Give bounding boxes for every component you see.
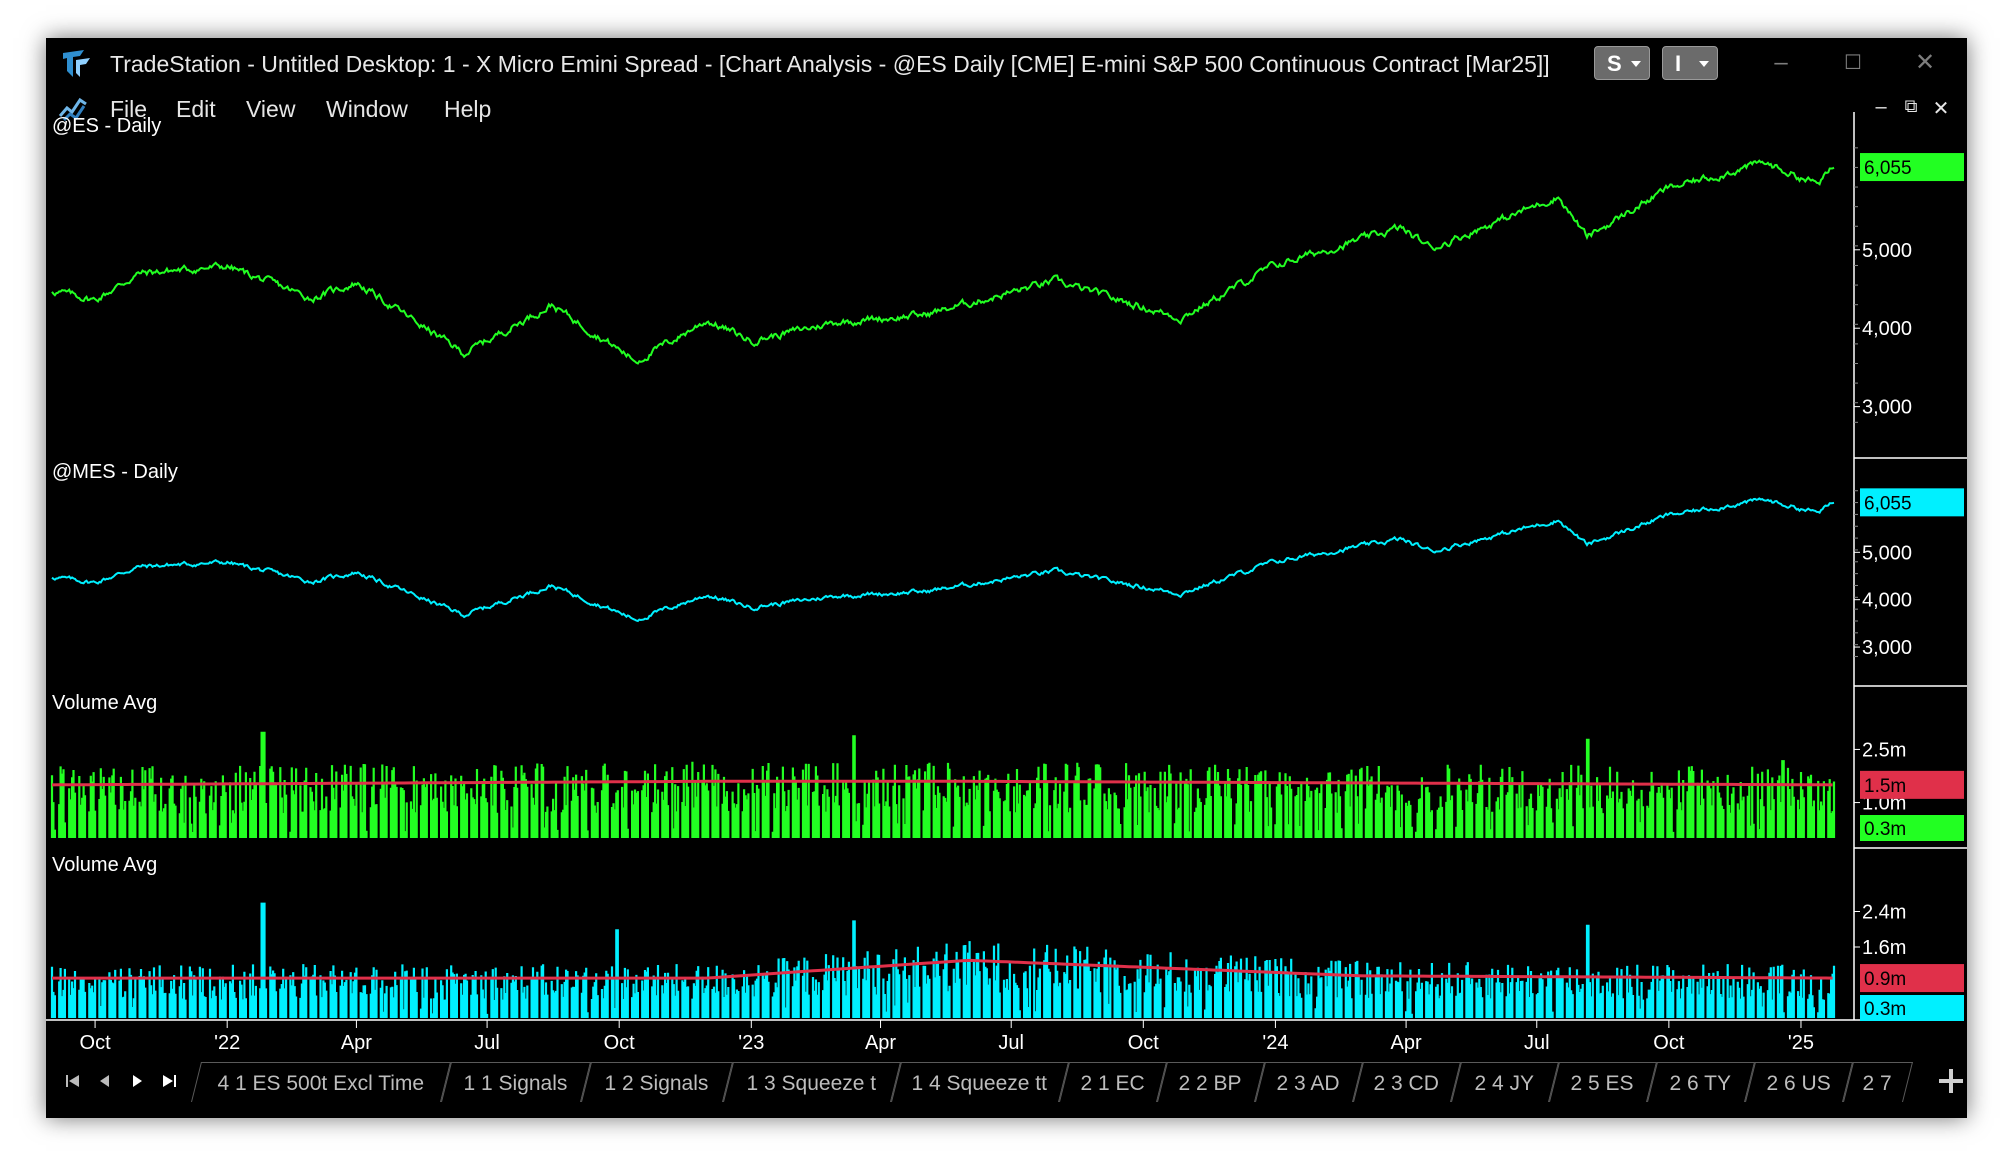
last-value-label-mes: 6,055 [1864, 493, 1912, 514]
x-tick-label: Oct [1653, 1032, 1685, 1054]
workspace-tab[interactable]: 1 2 Signals [581, 1062, 733, 1102]
last-volume-label-vol1: 0.3m [1864, 819, 1906, 840]
workspace-tab-label: 2 5 ES [1570, 1072, 1635, 1095]
workspace-tab[interactable]: 2 5 ES [1549, 1062, 1657, 1102]
x-tick-label: '23 [738, 1032, 764, 1054]
last-volume-label-vol2: 0.3m [1864, 999, 1906, 1020]
workspace-tab[interactable]: 2 3 CD [1353, 1062, 1461, 1102]
workspace-tab[interactable]: 2 3 AD [1255, 1062, 1363, 1102]
workspace-tab-label: 4 1 ES 500t Excl Time [217, 1072, 424, 1095]
pane-title-es: @ES - Daily [52, 115, 161, 137]
avg-value-label-vol2: 0.9m [1864, 969, 1906, 990]
y-tick-label: 4,000 [1862, 318, 1912, 340]
y-tick-label: 2.5m [1862, 739, 1906, 761]
x-tick-label: Apr [1391, 1032, 1422, 1054]
workspace-tab-label: 2 2 BP [1178, 1072, 1243, 1095]
chart-area[interactable]: @ES - Daily 5,000 4,000 3,000 6,055 @MES - Da… [46, 38, 1967, 1058]
price-series-mes [51, 497, 1835, 623]
workspace-tab[interactable]: 1 4 Squeeze tt [891, 1062, 1069, 1102]
workspace-tab-label: 2 7 [1862, 1072, 1893, 1095]
volume-average-line-vol1 [51, 779, 1833, 787]
workspace-tab[interactable]: 2 4 JY [1451, 1062, 1559, 1102]
x-tick-label: Oct [80, 1032, 112, 1054]
workspace-tab-label: 1 3 Squeeze t [746, 1072, 877, 1095]
volume-average-line-vol2 [52, 958, 1833, 980]
y-tick-label: 3,000 [1862, 397, 1912, 419]
first-tab-icon[interactable] [62, 1070, 84, 1092]
y-tick-label: 1.6m [1862, 937, 1906, 959]
y-tick-label: 5,000 [1862, 240, 1912, 262]
y-tick-label: 3,000 [1862, 637, 1912, 659]
workspace-tab-label: 2 4 JY [1474, 1072, 1535, 1095]
y-tick-label: 2.4m [1862, 902, 1906, 924]
workspace-tab[interactable]: 1 1 Signals [441, 1062, 591, 1102]
workspace-tab-label: 1 1 Signals [463, 1072, 568, 1095]
x-tick-label: Oct [604, 1032, 636, 1054]
add-tab-icon[interactable] [1938, 1068, 1964, 1094]
workspace-tab-label: 2 6 US [1766, 1072, 1831, 1095]
prev-tab-icon[interactable] [94, 1070, 116, 1092]
x-tick-label: Jul [998, 1032, 1024, 1054]
workspace-tab[interactable]: 2 1 EC [1059, 1062, 1167, 1102]
workspace-tab-label: 2 1 EC [1080, 1072, 1145, 1095]
workspace-tab[interactable]: 2 2 BP [1157, 1062, 1265, 1102]
y-tick-label: 5,000 [1862, 542, 1912, 564]
workspace-tab[interactable]: 4 1 ES 500t Excl Time [191, 1062, 451, 1102]
x-tick-label: Apr [865, 1032, 896, 1054]
last-tab-icon[interactable] [158, 1070, 180, 1092]
next-tab-icon[interactable] [126, 1070, 148, 1092]
workspace-tab-label: 1 4 Squeeze tt [911, 1072, 1048, 1095]
x-tick-label: Oct [1128, 1032, 1160, 1054]
y-tick-label: 4,000 [1862, 590, 1912, 612]
workspace-tab[interactable]: 2 7 [1843, 1062, 1913, 1102]
x-tick-label: Jul [1524, 1032, 1550, 1054]
pane-title-vol2: Volume Avg [52, 854, 157, 876]
workspace-tab-label: 2 3 CD [1373, 1072, 1440, 1095]
x-tick-label: Jul [474, 1032, 500, 1054]
pane-title-vol1: Volume Avg [52, 692, 157, 714]
workspace-tab[interactable]: 2 6 US [1745, 1062, 1853, 1102]
x-tick-label: '24 [1262, 1032, 1288, 1054]
workspace-tab-label: 2 6 TY [1669, 1072, 1732, 1095]
x-tick-label: Apr [341, 1032, 372, 1054]
avg-value-label-vol1: 1.5m [1864, 776, 1906, 797]
workspace-tab-bar: 4 1 ES 500t Excl Time 1 1 Signals 1 2 Sign… [46, 1056, 1967, 1106]
workspace-tab-label: 1 2 Signals [604, 1072, 709, 1095]
volume-bars-vol2 [50, 902, 1836, 1018]
last-value-label-es: 6,055 [1864, 158, 1912, 179]
price-series-es [51, 159, 1835, 365]
volume-bar [50, 902, 1836, 1018]
pane-title-mes: @MES - Daily [52, 461, 178, 483]
x-tick-label: '22 [214, 1032, 240, 1054]
tradestation-window: TradeStation - Untitled Desktop: 1 - X M… [46, 38, 1967, 1118]
workspace-tab-label: 2 3 AD [1276, 1072, 1341, 1095]
x-tick-label: '25 [1788, 1032, 1814, 1054]
workspace-tab[interactable]: 1 3 Squeeze t [723, 1062, 901, 1102]
workspace-tab[interactable]: 2 6 TY [1647, 1062, 1755, 1102]
